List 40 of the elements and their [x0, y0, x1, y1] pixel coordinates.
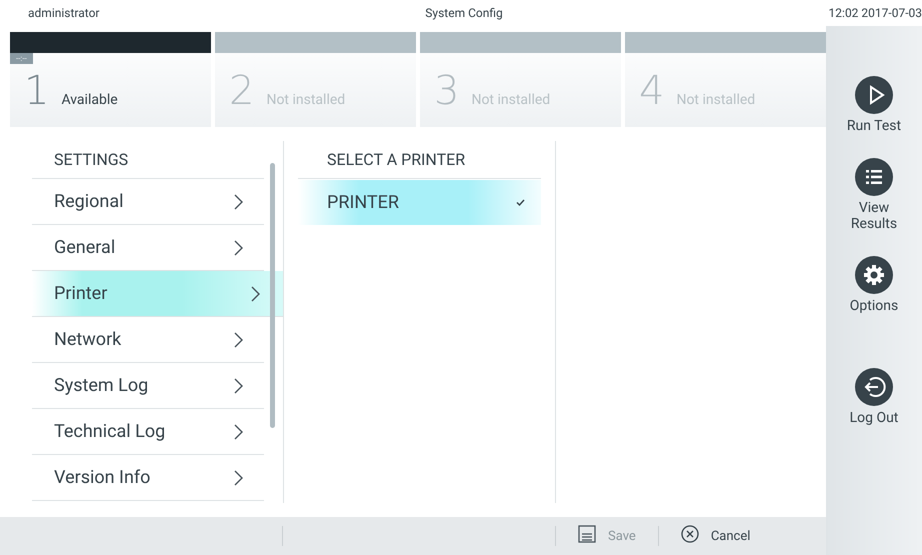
printer-heading: SELECT A PRINTER: [298, 141, 541, 179]
checkmark-icon: [516, 199, 525, 206]
play-icon: [855, 76, 893, 114]
chevron-icon: [234, 332, 244, 348]
module-number: 1: [24, 71, 50, 111]
chevron-icon: [234, 378, 244, 394]
settings-item[interactable]: Printer: [32, 271, 283, 317]
nav-button[interactable]: Options: [839, 256, 909, 314]
window-title: System Config: [425, 6, 503, 20]
nav-button[interactable]: View Results: [839, 158, 909, 232]
cancel-button[interactable]: Cancel: [658, 521, 772, 551]
timer-label: --:--: [10, 53, 33, 64]
nav-button[interactable]: Log Out: [839, 368, 909, 426]
module-status: Not installed: [676, 92, 756, 108]
settings-item[interactable]: Version Info: [32, 455, 264, 501]
module-status: Not installed: [471, 92, 550, 108]
module-tile[interactable]: --:-- 1 Available: [10, 32, 211, 127]
scrollbar-thumb[interactable]: [270, 163, 275, 428]
chevron-icon: [234, 470, 244, 486]
printer-item[interactable]: PRINTER: [298, 180, 541, 225]
logout-icon: [855, 368, 893, 406]
user-name: administrator: [28, 6, 100, 20]
chevron-icon: [234, 240, 244, 256]
chevron-icon: [234, 424, 244, 440]
module-number: 3: [434, 71, 460, 111]
module-number: 4: [639, 71, 664, 111]
module-status: Available: [61, 92, 118, 108]
chevron-icon: [234, 194, 244, 210]
list-icon: [855, 158, 893, 196]
settings-heading: SETTINGS: [32, 141, 264, 179]
settings-item[interactable]: Technical Log: [32, 409, 264, 455]
clock-text: 12:02 2017-07-03: [828, 6, 922, 20]
module-number: 2: [229, 71, 254, 111]
gear-icon: [855, 256, 893, 294]
module-status: Not installed: [266, 92, 346, 108]
settings-item[interactable]: Network: [32, 317, 264, 363]
settings-item[interactable]: Regional: [32, 179, 264, 225]
settings-item[interactable]: System Log: [32, 363, 264, 409]
chevron-icon: [251, 286, 261, 302]
nav-button[interactable]: Run Test: [839, 76, 909, 134]
